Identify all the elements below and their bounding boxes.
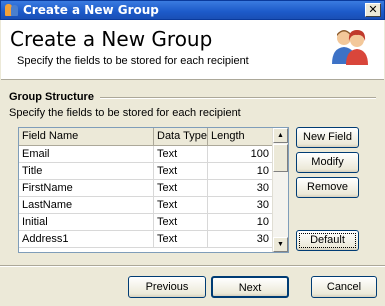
- field-name-cell: Email: [19, 146, 154, 162]
- new-field-button[interactable]: New Field: [296, 127, 359, 148]
- previous-button[interactable]: Previous: [128, 276, 206, 298]
- data-type-cell: Text: [154, 231, 208, 247]
- window-title: Create a New Group: [23, 3, 159, 17]
- data-type-cell: Text: [154, 146, 208, 162]
- column-header-data-type[interactable]: Data Type: [154, 128, 208, 146]
- data-type-cell: Text: [154, 180, 208, 196]
- table-row[interactable]: Address1 Text 30: [19, 231, 273, 248]
- table-row[interactable]: Title Text 10: [19, 163, 273, 180]
- group-structure-description: Specify the fields to be stored for each…: [9, 107, 241, 119]
- title-bar: Create a New Group ✕: [0, 0, 385, 20]
- field-name-cell: Title: [19, 163, 154, 179]
- remove-button[interactable]: Remove: [296, 177, 359, 198]
- column-header-length[interactable]: Length: [208, 128, 273, 146]
- scroll-up-arrow-icon[interactable]: ▲: [273, 128, 288, 143]
- data-type-cell: Text: [154, 197, 208, 213]
- length-cell: 100: [208, 146, 273, 162]
- table-row[interactable]: Initial Text 10: [19, 214, 273, 231]
- app-icon: [5, 3, 19, 17]
- data-type-cell: Text: [154, 163, 208, 179]
- length-cell: 30: [208, 180, 273, 196]
- field-name-cell: LastName: [19, 197, 154, 213]
- table-body: Email Text 100 Title Text 10 FirstName T…: [19, 146, 273, 248]
- modify-button[interactable]: Modify: [296, 152, 359, 173]
- field-name-cell: FirstName: [19, 180, 154, 196]
- people-icon: [332, 30, 368, 65]
- close-button[interactable]: ✕: [365, 3, 381, 17]
- table-row[interactable]: Email Text 100: [19, 146, 273, 163]
- table-row[interactable]: FirstName Text 30: [19, 180, 273, 197]
- section-divider: [100, 97, 376, 99]
- table-scrollbar[interactable]: ▲ ▼: [272, 128, 288, 252]
- page-subtitle: Specify the fields to be stored for each…: [17, 55, 249, 67]
- column-header-field-name[interactable]: Field Name: [19, 128, 154, 146]
- next-button[interactable]: Next: [211, 276, 289, 298]
- length-cell: 30: [208, 197, 273, 213]
- fields-table[interactable]: Field Name Data Type Length Email Text 1…: [18, 127, 289, 253]
- length-cell: 10: [208, 163, 273, 179]
- field-name-cell: Address1: [19, 231, 154, 247]
- group-structure-label: Group Structure: [9, 91, 94, 103]
- field-name-cell: Initial: [19, 214, 154, 230]
- wizard-header: Create a New Group Specify the fields to…: [1, 20, 384, 80]
- scrollbar-thumb[interactable]: [273, 144, 288, 172]
- default-button[interactable]: Default: [296, 230, 359, 251]
- data-type-cell: Text: [154, 214, 208, 230]
- page-title: Create a New Group: [10, 27, 213, 51]
- scroll-down-arrow-icon[interactable]: ▼: [273, 237, 288, 252]
- length-cell: 10: [208, 214, 273, 230]
- table-row[interactable]: LastName Text 30: [19, 197, 273, 214]
- cancel-button[interactable]: Cancel: [311, 276, 377, 298]
- footer-divider: [0, 265, 385, 267]
- length-cell: 30: [208, 231, 273, 247]
- table-header: Field Name Data Type Length: [19, 128, 273, 146]
